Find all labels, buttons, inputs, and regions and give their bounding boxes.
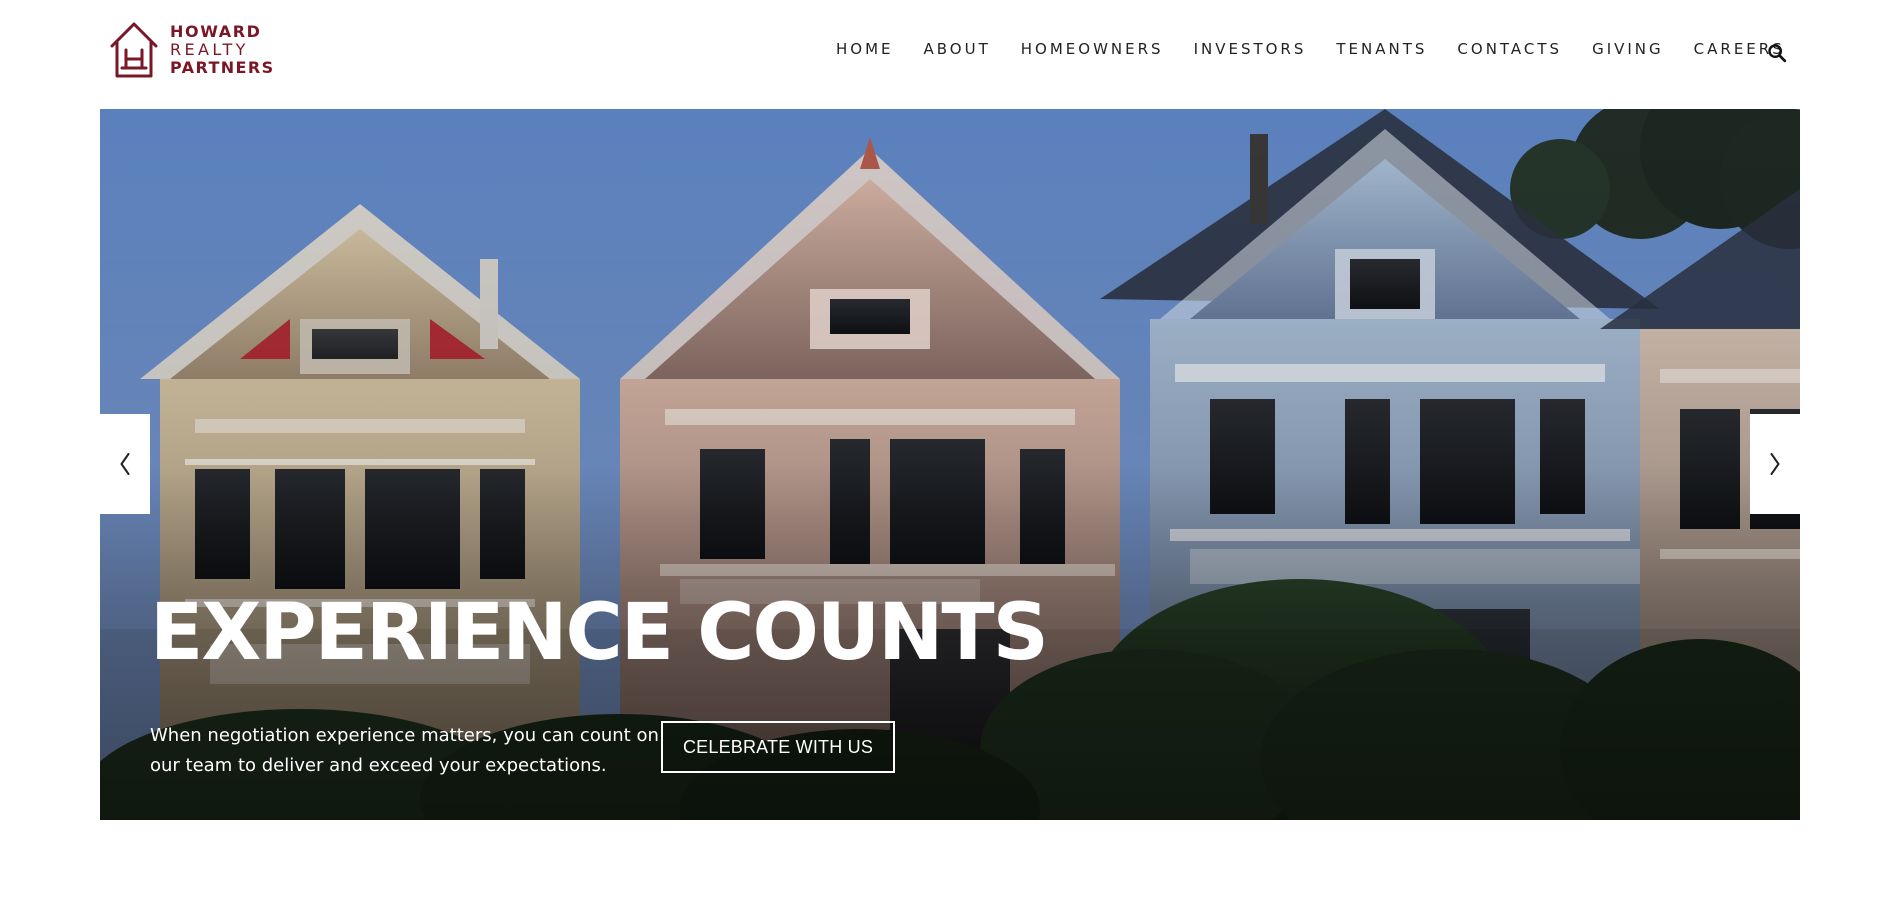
logo[interactable]: HOWARD REALTY PARTNERS	[108, 18, 275, 82]
primary-nav: HOME ABOUT HOMEOWNERS INVESTORS TENANTS …	[836, 40, 1785, 58]
site-header: HOWARD REALTY PARTNERS HOME ABOUT HOMEOW…	[0, 0, 1892, 108]
logo-text: HOWARD REALTY PARTNERS	[170, 23, 275, 77]
nav-giving[interactable]: GIVING	[1592, 40, 1664, 58]
house-logo-icon	[110, 22, 158, 78]
logo-line-1: HOWARD	[170, 22, 262, 41]
chevron-right-icon	[1770, 453, 1780, 475]
carousel-next-button[interactable]	[1750, 414, 1800, 514]
nav-homeowners[interactable]: HOMEOWNERS	[1021, 40, 1164, 58]
page: HOWARD REALTY PARTNERS HOME ABOUT HOMEOW…	[0, 0, 1892, 913]
logo-line-2: REALTY	[170, 40, 249, 59]
nav-contacts[interactable]: CONTACTS	[1457, 40, 1562, 58]
hero-carousel: EXPERIENCE COUNTS When negotiation exper…	[100, 109, 1800, 820]
nav-home[interactable]: HOME	[836, 40, 894, 58]
hero-title: EXPERIENCE COUNTS	[150, 588, 1049, 678]
chevron-left-icon	[120, 453, 130, 475]
hero-text: When negotiation experience matters, you…	[150, 725, 659, 776]
carousel-prev-button[interactable]	[100, 414, 150, 514]
nav-investors[interactable]: INVESTORS	[1194, 40, 1307, 58]
nav-about[interactable]: ABOUT	[924, 40, 991, 58]
celebrate-button[interactable]: CELEBRATE WITH US	[661, 721, 895, 773]
hero-image	[100, 109, 1800, 820]
logo-line-3: PARTNERS	[170, 58, 275, 77]
nav-tenants[interactable]: TENANTS	[1336, 40, 1427, 58]
search-icon[interactable]	[1766, 42, 1788, 64]
